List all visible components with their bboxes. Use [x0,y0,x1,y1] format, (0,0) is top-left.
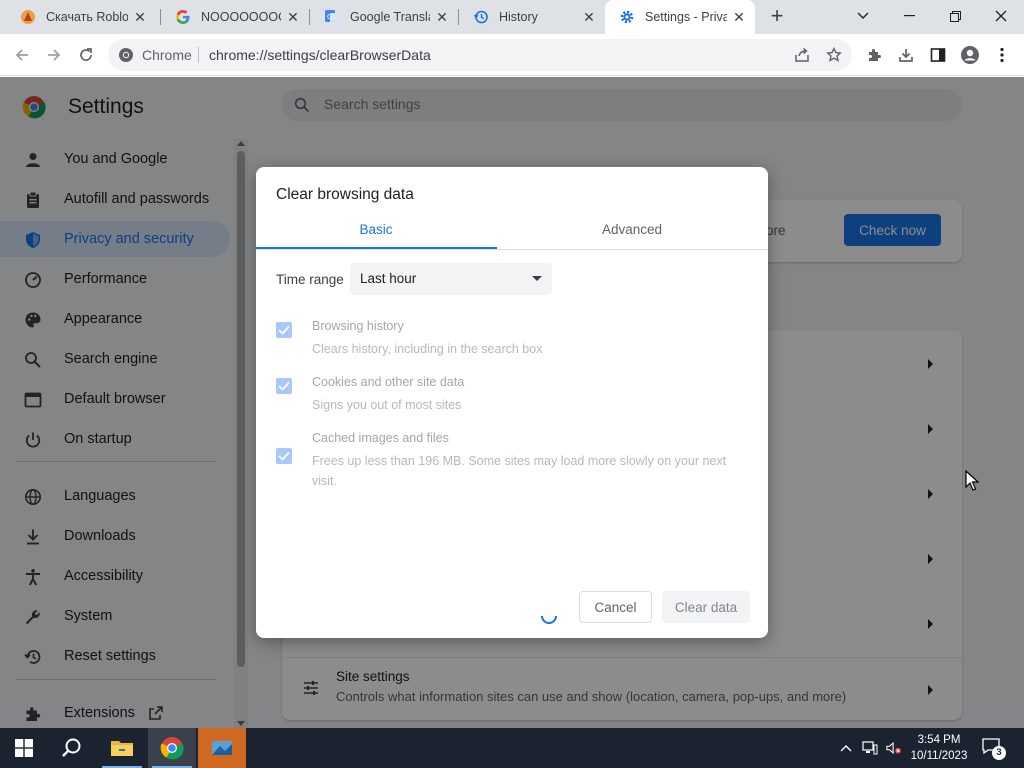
browser-toolbar: Chrome chrome://settings/clearBrowserDat… [0,34,1024,76]
close-icon[interactable]: ✕ [434,9,450,25]
option-title: Cached images and files [312,431,449,445]
tab-title: NOOOOOOOC [201,10,281,24]
system-clock[interactable]: 3:54 PM 10/11/2023 [906,732,972,764]
notification-center-icon[interactable]: 3 [982,738,1006,760]
roblox-icon [20,9,36,25]
close-window-icon[interactable] [978,0,1024,32]
checkbox-browsing-history[interactable] [276,322,292,338]
clock-date: 10/11/2023 [910,750,968,762]
tab-title: Скачать Roblo [46,10,128,24]
windows-start-icon[interactable] [0,728,48,768]
tab-roblox[interactable]: Скачать Roblo ✕ [6,0,156,34]
option-cached-files[interactable]: Cached images and files Frees up less th… [276,431,746,491]
bookmark-star-icon[interactable] [820,41,848,69]
restore-icon[interactable] [932,0,978,32]
network-icon[interactable] [862,740,878,756]
close-icon[interactable]: ✕ [285,9,301,25]
chrome-icon [118,47,134,63]
settings-gear-icon [619,9,635,25]
history-icon [473,9,489,25]
reload-icon[interactable] [72,41,100,69]
share-icon[interactable] [788,41,816,69]
close-icon[interactable]: ✕ [731,9,747,25]
tab-google[interactable]: NOOOOOOOC ✕ [161,0,309,34]
mouse-cursor-icon [965,470,979,491]
tab-history[interactable]: History ✕ [459,0,605,34]
download-icon[interactable] [892,41,920,69]
close-icon[interactable]: ✕ [581,9,597,25]
checkbox-cookies[interactable] [276,378,292,394]
tab-google-translate[interactable]: G Google Translat ✕ [310,0,458,34]
site-chip[interactable]: Chrome [118,47,192,63]
address-bar[interactable]: Chrome chrome://settings/clearBrowserDat… [108,39,852,71]
tab-settings[interactable]: Settings - Priva ✕ [605,0,755,34]
url-text[interactable]: chrome://settings/clearBrowserData [209,47,431,63]
file-explorer-icon[interactable] [98,728,146,768]
time-range-label: Time range [276,272,344,287]
notification-badge: 3 [992,746,1006,760]
clear-data-button[interactable]: Clear data [662,591,750,623]
cancel-button[interactable]: Cancel [579,591,652,623]
side-panel-icon[interactable] [924,41,952,69]
option-browsing-history[interactable]: Browsing history Clears history, includi… [276,319,746,359]
windows-taskbar: 3:54 PM 10/11/2023 3 [0,728,1024,768]
google-translate-icon: G [324,9,340,25]
svg-text:G: G [327,13,332,21]
tab-basic[interactable]: Basic [256,222,496,237]
omnibox-divider [198,47,199,63]
taskbar-search-icon[interactable] [48,728,96,768]
minimize-icon[interactable] [886,0,932,32]
dropdown-arrow-icon [532,276,542,281]
google-icon [175,9,191,25]
chrome-taskbar-icon[interactable] [148,728,196,768]
option-description: Clears history, including in the search … [312,342,543,356]
tab-title: History [499,10,538,24]
tab-advanced[interactable]: Advanced [512,222,752,237]
dialog-title: Clear browsing data [276,186,414,203]
volume-muted-icon[interactable] [886,740,902,756]
chevron-down-icon[interactable] [840,0,886,32]
dialog-divider [256,249,768,250]
time-range-value: Last hour [360,271,417,286]
clear-browsing-data-dialog: Clear browsing data Basic Advanced Time … [256,167,768,638]
option-description: Signs you out of most sites [312,398,462,412]
clock-time: 3:54 PM [917,734,961,746]
option-title: Browsing history [312,319,404,333]
new-tab-button[interactable]: + [764,5,790,29]
checkmark-icon [278,381,290,391]
tab-title: Settings - Priva [645,10,727,24]
tab-strip: Скачать Roblo ✕ NOOOOOOOC ✕ G Google Tra… [0,0,1024,34]
option-description: Frees up less than 196 MB. Some sites ma… [312,454,727,488]
back-icon[interactable] [8,41,36,69]
loading-spinner-icon [541,615,557,624]
tray-chevron-up-icon[interactable] [838,740,854,756]
checkbox-cached-files[interactable] [276,448,292,464]
close-icon[interactable]: ✕ [132,9,148,25]
menu-kebab-icon[interactable] [988,41,1016,69]
tab-title: Google Translat [350,10,430,24]
extensions-puzzle-icon[interactable] [860,41,888,69]
profile-avatar-icon[interactable] [956,41,984,69]
checkmark-icon [278,325,290,335]
site-chip-label: Chrome [142,47,192,63]
time-range-select[interactable]: Last hour [350,263,552,295]
option-cookies[interactable]: Cookies and other site data Signs you ou… [276,375,746,415]
option-title: Cookies and other site data [312,375,465,389]
checkmark-icon [278,451,290,461]
forward-icon[interactable] [40,41,68,69]
app-icon[interactable] [198,728,246,768]
